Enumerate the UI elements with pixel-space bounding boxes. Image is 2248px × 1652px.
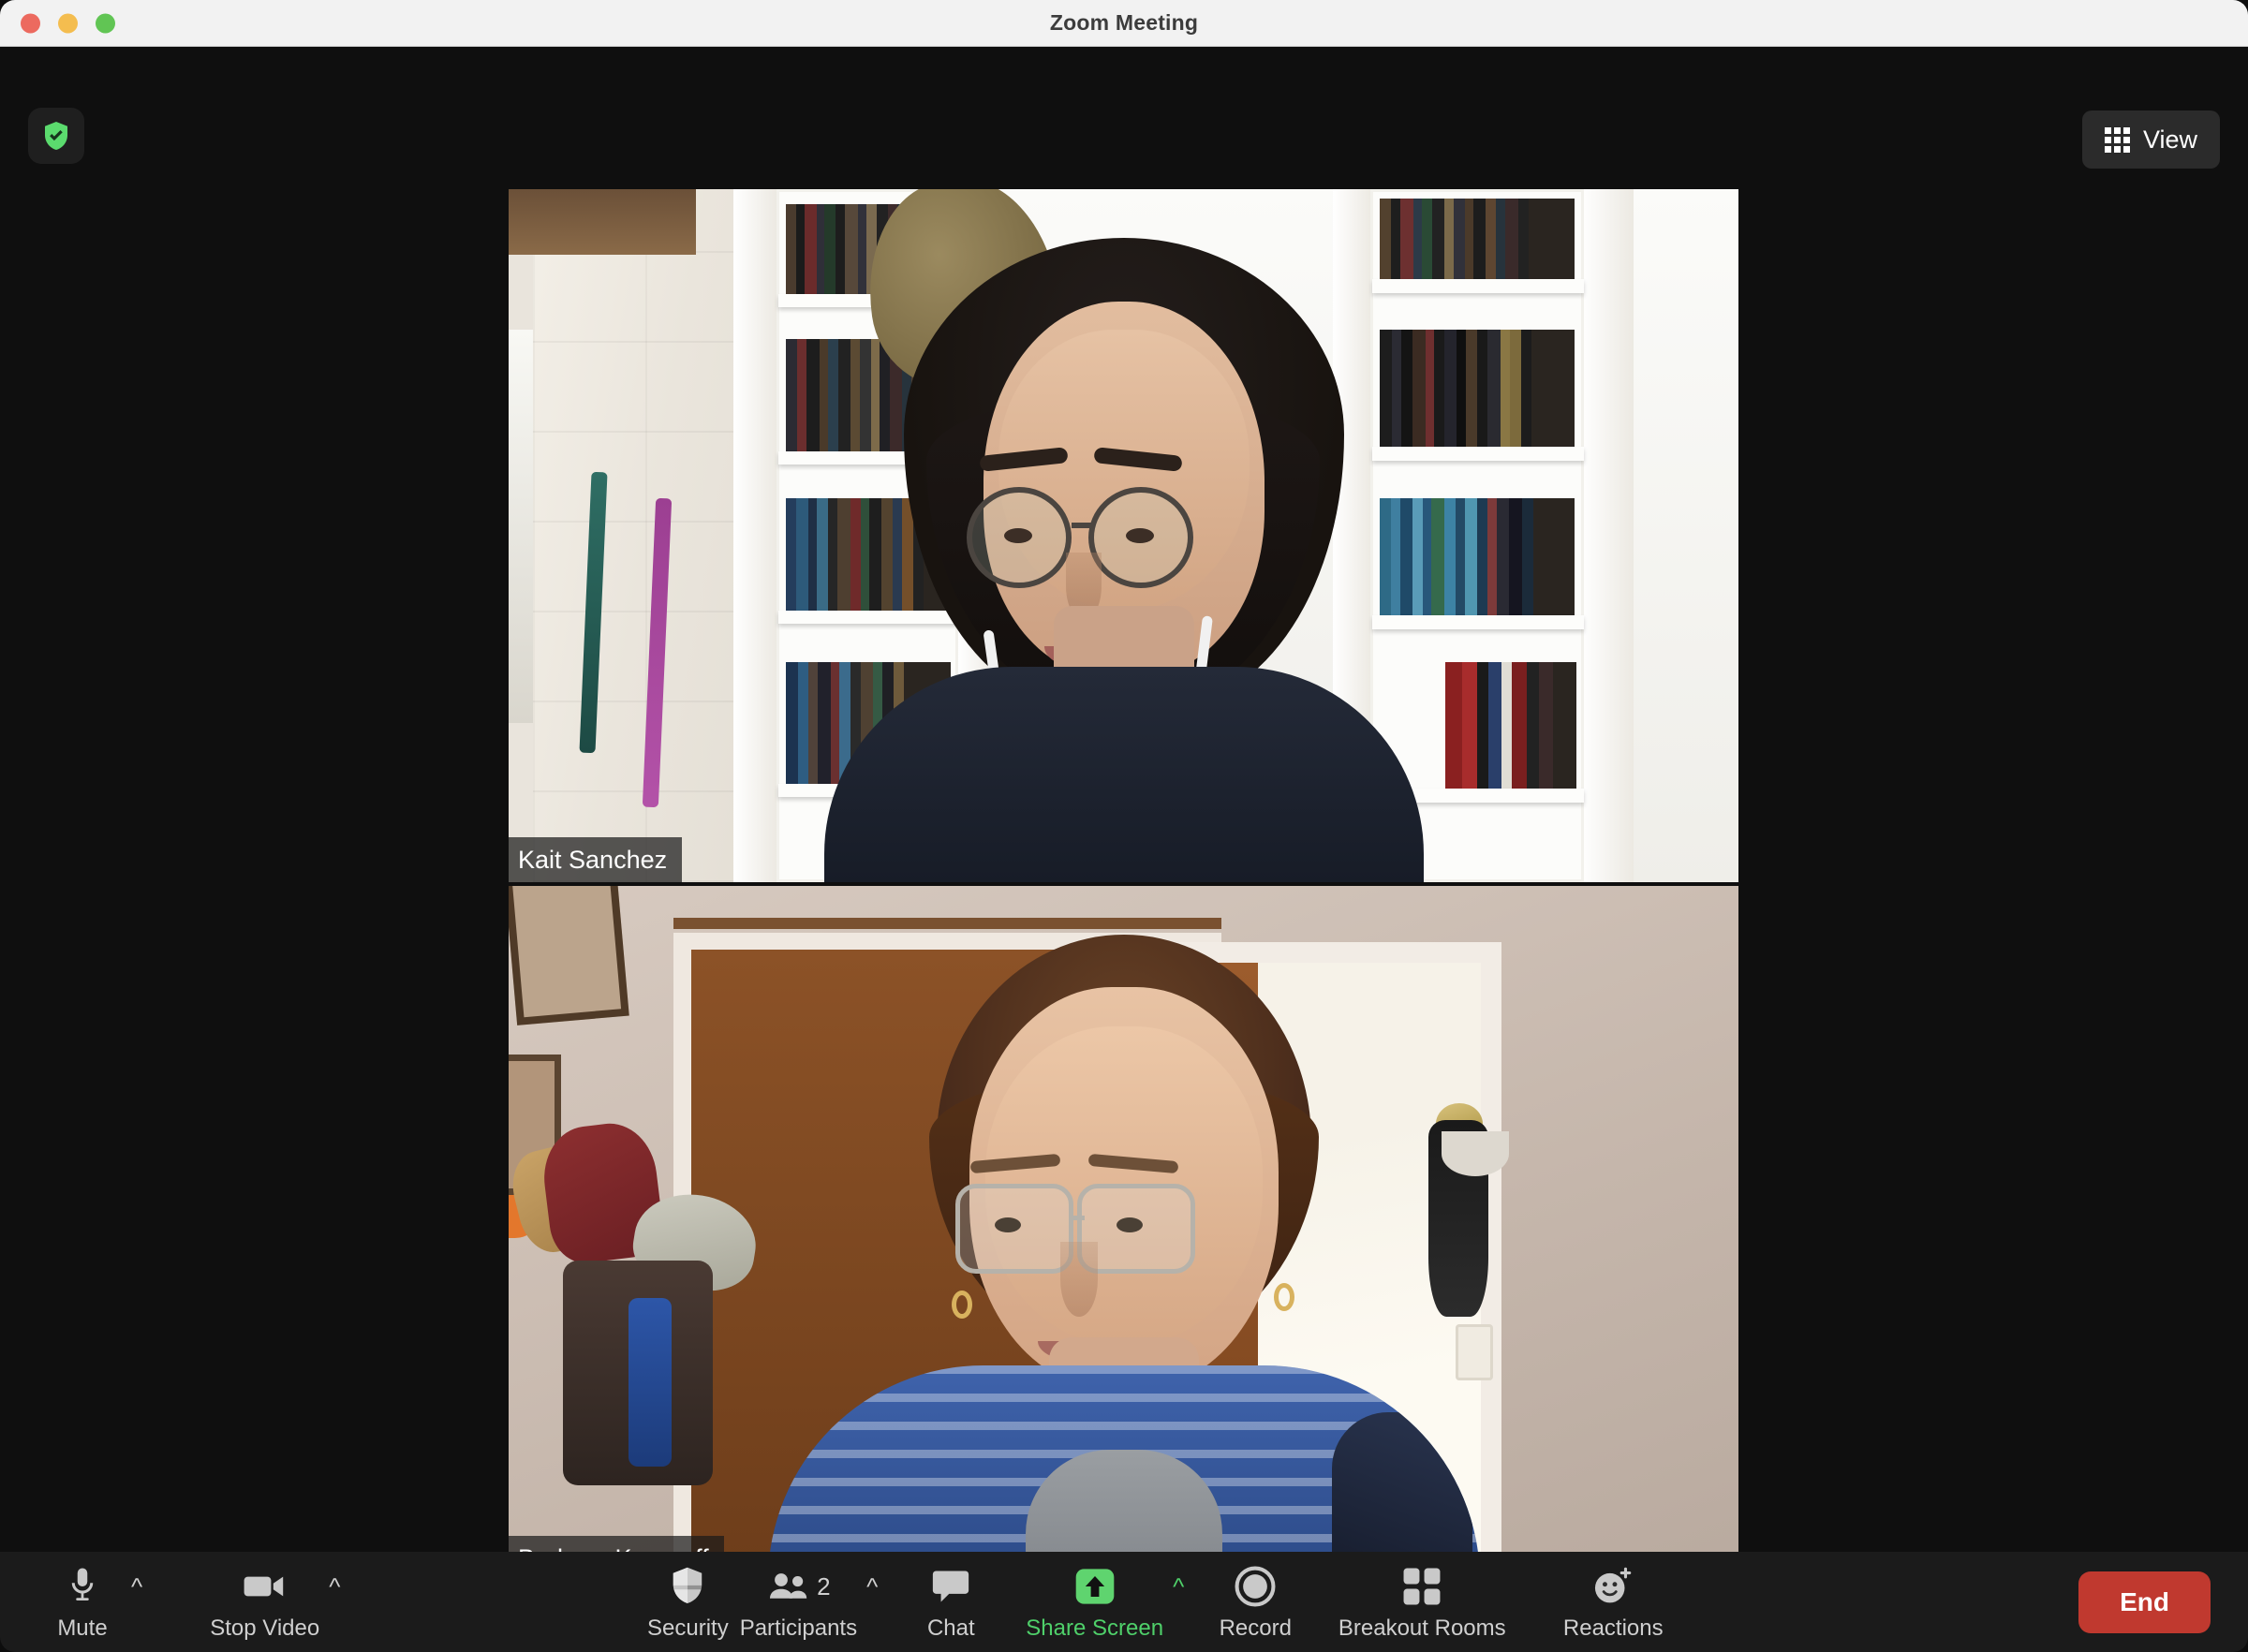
security-label: Security	[647, 1615, 729, 1641]
chat-label: Chat	[926, 1615, 975, 1641]
smiley-plus-icon	[1591, 1562, 1634, 1611]
four-squares-icon	[1401, 1562, 1442, 1611]
shield-icon	[670, 1562, 705, 1611]
minimize-window-button[interactable]	[58, 13, 78, 33]
close-window-button[interactable]	[21, 13, 40, 33]
share-screen-button[interactable]: Share Screen	[1020, 1562, 1169, 1642]
security-button[interactable]: Security	[642, 1562, 734, 1642]
record-label: Record	[1219, 1615, 1292, 1641]
view-button[interactable]: View	[2081, 111, 2220, 169]
meeting-stage: View Kait Sanchez	[0, 47, 2248, 1552]
share-screen-options-chevron-up-icon[interactable]: ^	[1169, 1562, 1188, 1611]
encryption-status-badge[interactable]	[28, 108, 84, 164]
grid-view-icon	[2104, 126, 2130, 153]
end-meeting-button[interactable]: End	[2078, 1571, 2211, 1633]
video-options-chevron-up-icon[interactable]: ^	[325, 1562, 344, 1611]
video-control-group: Stop Video ^	[204, 1562, 344, 1642]
video-camera-icon	[243, 1562, 288, 1611]
record-button[interactable]: Record	[1210, 1562, 1300, 1642]
record-circle-icon	[1235, 1562, 1276, 1611]
chat-button[interactable]: Chat	[906, 1562, 996, 1642]
participant-2-name-label: Barbara Krasnoff	[509, 1536, 724, 1552]
share-screen-control-group: Share Screen ^	[1020, 1562, 1188, 1642]
participants-label: Participants	[739, 1615, 858, 1641]
video-feed-participant-1	[509, 189, 1738, 882]
meeting-toolbar: Mute ^ Stop Video ^ Security 2 Participa…	[0, 1552, 2248, 1652]
participant-2-figure	[767, 886, 1480, 1552]
participants-control-group: 2 Participants ^	[734, 1562, 882, 1642]
video-tile-participant-1[interactable]: Kait Sanchez	[509, 189, 1738, 882]
shield-check-icon	[39, 119, 73, 153]
mute-label: Mute	[57, 1615, 108, 1641]
mute-control-group: Mute ^	[37, 1562, 146, 1642]
share-screen-label: Share Screen	[1026, 1615, 1164, 1641]
mute-button[interactable]: Mute	[37, 1562, 127, 1642]
breakout-rooms-label: Breakout Rooms	[1338, 1615, 1506, 1641]
view-button-label: View	[2142, 125, 2197, 154]
stop-video-label: Stop Video	[210, 1615, 320, 1641]
reactions-button[interactable]: Reactions	[1538, 1562, 1688, 1642]
video-tile-participant-2[interactable]: Barbara Krasnoff	[509, 886, 1738, 1552]
zoom-meeting-window: Zoom Meeting View Kait Sanchez Mute ^ St…	[0, 0, 2248, 1652]
participants-button[interactable]: 2 Participants	[734, 1562, 863, 1642]
stop-video-button[interactable]: Stop Video	[204, 1562, 325, 1642]
participants-options-chevron-up-icon[interactable]: ^	[863, 1562, 881, 1611]
reactions-label: Reactions	[1562, 1615, 1664, 1641]
window-title: Zoom Meeting	[1049, 10, 1199, 35]
people-icon: 2	[766, 1562, 831, 1611]
microphone-icon	[66, 1562, 99, 1611]
mute-options-chevron-up-icon[interactable]: ^	[127, 1562, 146, 1611]
participant-1-figure	[796, 189, 1452, 882]
window-titlebar: Zoom Meeting	[0, 0, 2248, 47]
share-arrow-up-icon	[1074, 1562, 1116, 1611]
traffic-lights	[21, 13, 115, 33]
maximize-window-button[interactable]	[96, 13, 115, 33]
participants-count-badge: 2	[817, 1572, 831, 1600]
participant-1-name-label: Kait Sanchez	[509, 837, 683, 882]
video-feed-participant-2	[509, 886, 1738, 1552]
speech-bubble-icon	[931, 1562, 970, 1611]
breakout-rooms-button[interactable]: Breakout Rooms	[1328, 1562, 1516, 1642]
